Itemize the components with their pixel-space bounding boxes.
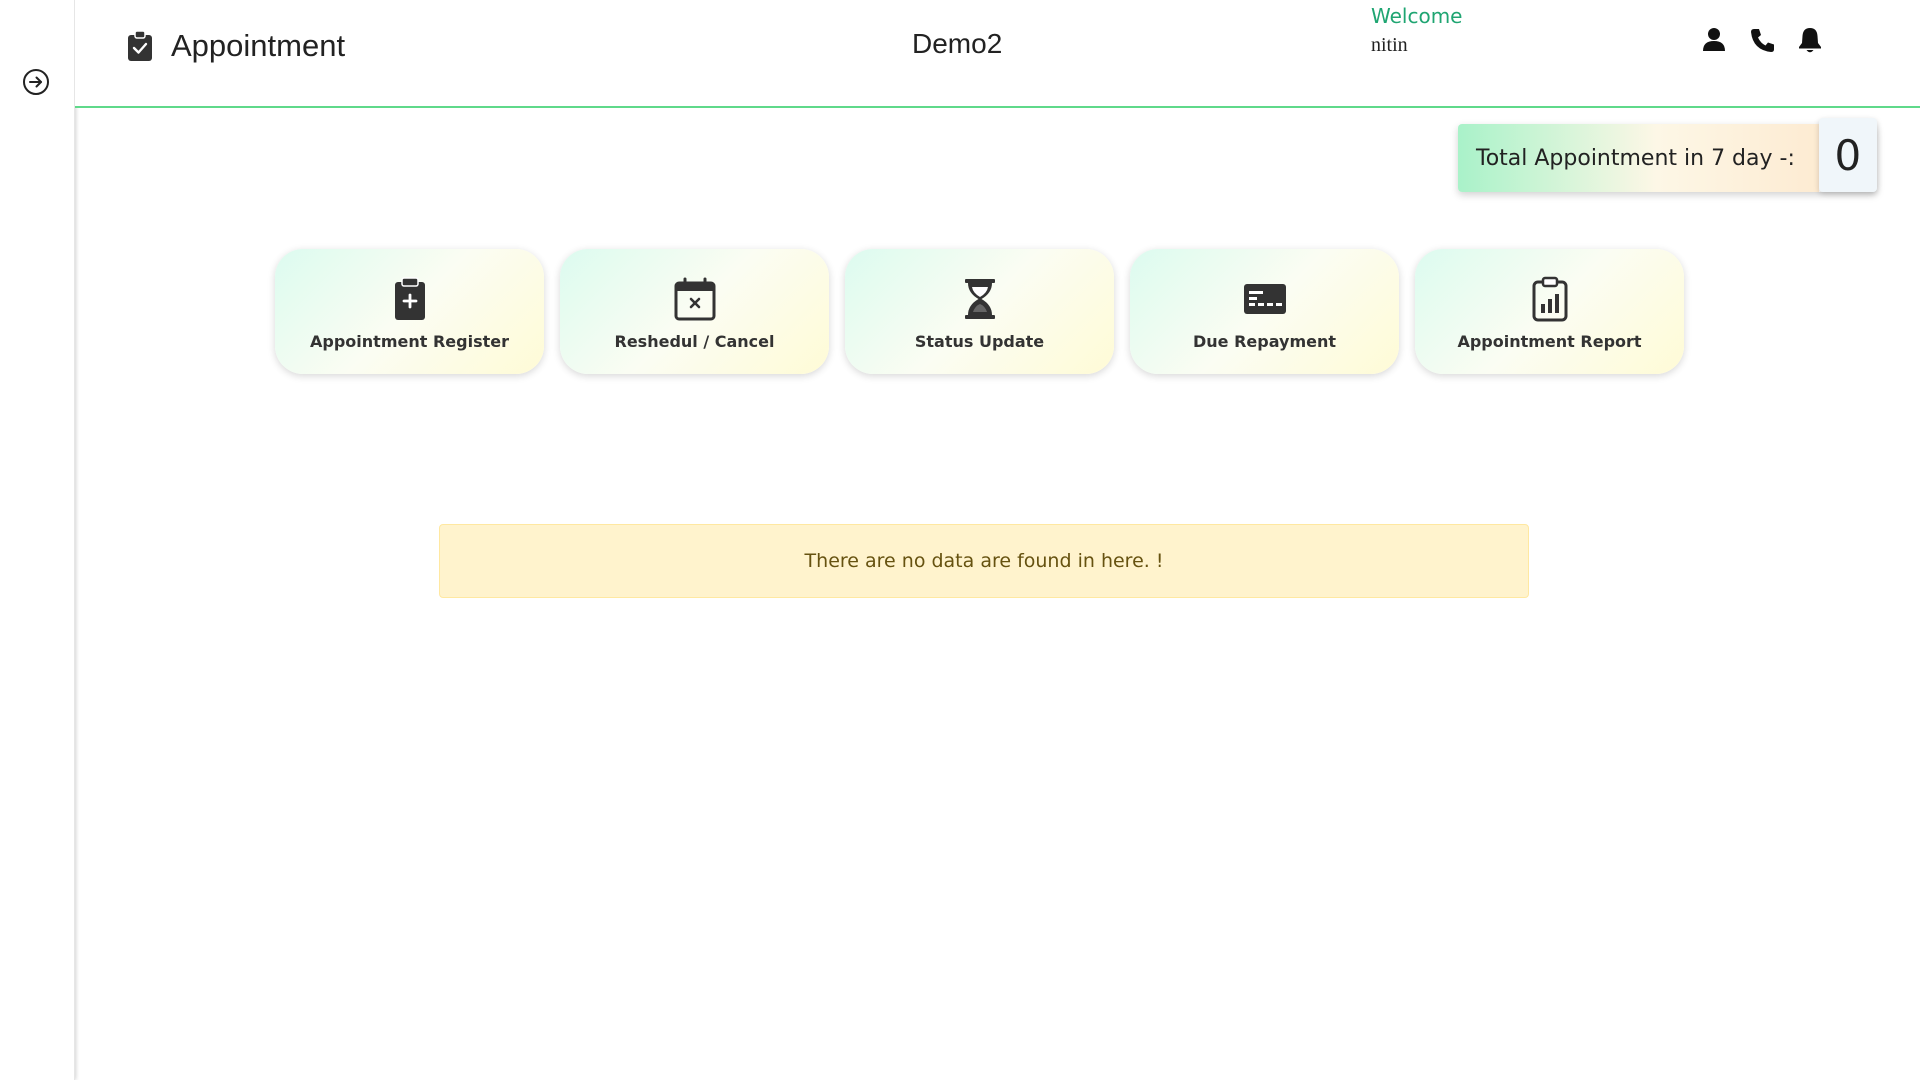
- status-update-button[interactable]: Status Update: [845, 249, 1114, 374]
- clipboard-plus-icon: [394, 277, 425, 320]
- arrow-right-circle-icon[interactable]: [22, 68, 50, 96]
- app-root: Appointment Demo2 Welcome nitin Total Ap…: [0, 0, 1920, 1080]
- page-title-group: Appointment: [127, 28, 345, 64]
- card-label: Due Repayment: [1192, 332, 1336, 351]
- clipboard-check-icon: [128, 30, 152, 61]
- total-appointment-summary: Total Appointment in 7 day -: 0: [1458, 118, 1877, 192]
- calendar-x-icon: [674, 277, 715, 321]
- appointment-register-button[interactable]: Appointment Register: [275, 249, 544, 374]
- hourglass-icon: [964, 279, 995, 319]
- clipboard-chart-icon: [1532, 276, 1567, 322]
- due-repayment-button[interactable]: Due Repayment: [1130, 249, 1399, 374]
- page-title: Appointment: [171, 28, 346, 63]
- card-label: Appointment Register: [310, 332, 509, 351]
- reschedule-cancel-button[interactable]: Reshedul / Cancel: [560, 249, 829, 374]
- username: nitin: [1371, 34, 1408, 56]
- action-cards: Appointment Register Reshedul / Cancel S…: [275, 249, 1684, 374]
- user-icon[interactable]: [1701, 26, 1727, 54]
- header-actions: [1701, 26, 1823, 54]
- empty-data-alert: There are no data are found in here. !: [439, 524, 1529, 598]
- card-label: Reshedul / Cancel: [614, 332, 775, 351]
- sidebar: [0, 0, 75, 1080]
- total-appointment-count: 0: [1818, 118, 1877, 192]
- card-label: Appointment Report: [1457, 332, 1642, 351]
- card-icon: [1243, 284, 1286, 314]
- appointment-report-button[interactable]: Appointment Report: [1415, 249, 1684, 374]
- phone-icon[interactable]: [1749, 26, 1775, 54]
- card-label: Status Update: [914, 332, 1045, 351]
- organization-name: Demo2: [912, 28, 1003, 59]
- welcome-text: Welcome: [1371, 4, 1463, 28]
- header: Appointment Demo2 Welcome nitin: [75, 0, 1920, 108]
- bell-icon[interactable]: [1797, 26, 1823, 54]
- total-appointment-label: Total Appointment in 7 day -:: [1458, 124, 1819, 192]
